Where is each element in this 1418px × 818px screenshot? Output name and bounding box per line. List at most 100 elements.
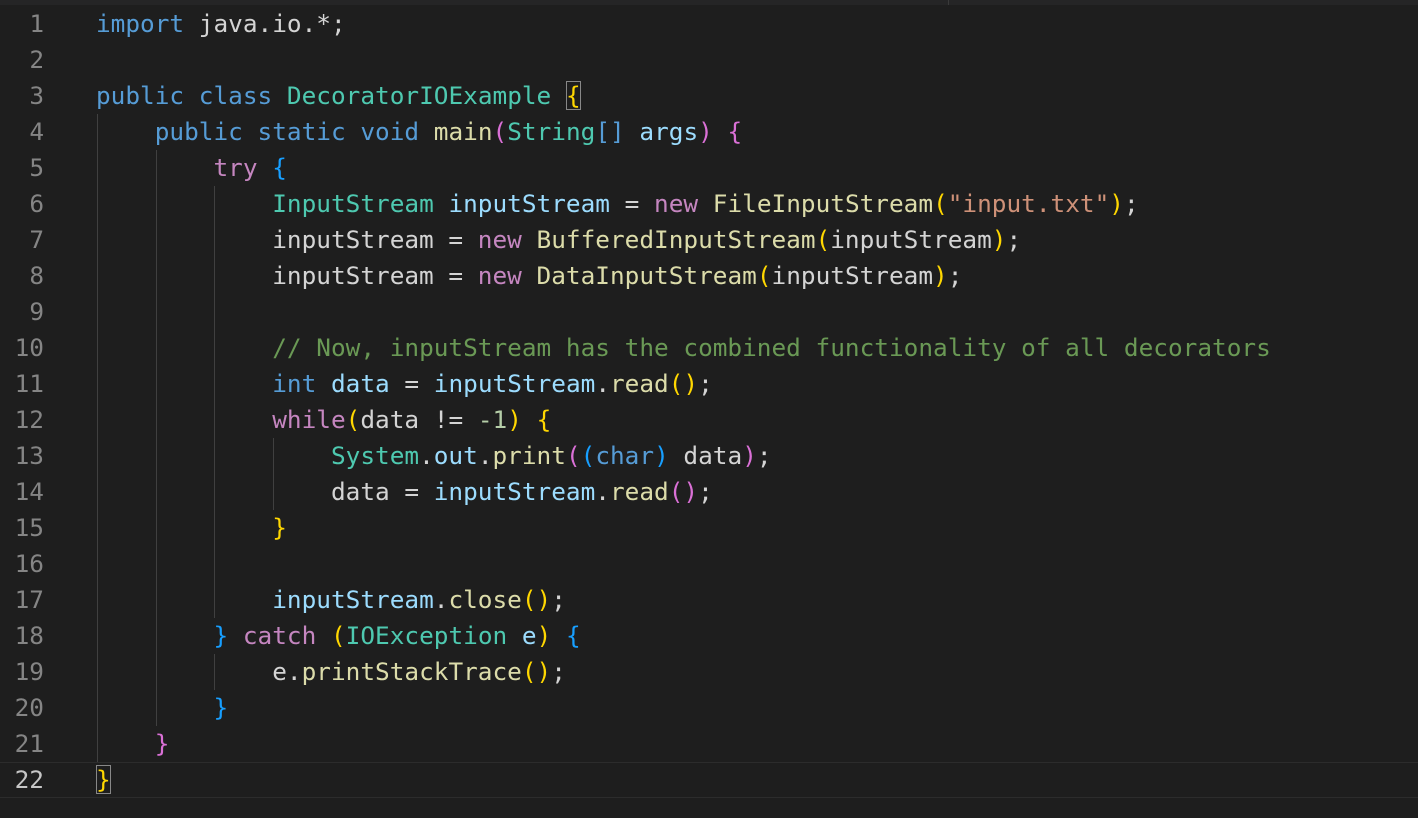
- line-number: 9: [29, 297, 44, 326]
- code-line[interactable]: 22}: [0, 762, 1418, 798]
- code-token: catch: [242, 621, 317, 650]
- code-token: InputStream: [272, 189, 434, 218]
- code-line[interactable]: 12 while(data != -1) {: [0, 402, 1418, 438]
- line-code[interactable]: inputStream = new BufferedInputStream(in…: [96, 222, 1021, 258]
- code-line[interactable]: 7 inputStream = new BufferedInputStream(…: [0, 222, 1418, 258]
- line-code[interactable]: }: [96, 762, 111, 798]
- code-line[interactable]: 2: [0, 42, 1418, 78]
- code-line[interactable]: 10 // Now, inputStream has the combined …: [0, 330, 1418, 366]
- code-token: DataInputStream: [536, 261, 757, 290]
- line-code[interactable]: InputStream inputStream = new FileInputS…: [96, 186, 1139, 222]
- line-number: 22: [14, 765, 44, 794]
- line-code[interactable]: import java.io.*;: [96, 6, 346, 42]
- line-number: 3: [29, 81, 44, 110]
- code-token: ;: [1123, 189, 1139, 218]
- line-code[interactable]: data = inputStream.read();: [96, 474, 713, 510]
- code-token: }: [154, 729, 170, 758]
- code-line[interactable]: 5 try {: [0, 150, 1418, 186]
- code-token: ): [698, 117, 713, 146]
- code-token: {: [272, 153, 287, 182]
- code-token: inputStream =: [96, 225, 478, 254]
- code-token: ;: [1006, 225, 1022, 254]
- line-code[interactable]: inputStream.close();: [96, 582, 566, 618]
- line-code[interactable]: public class DecoratorIOExample {: [96, 78, 581, 114]
- code-token: class: [198, 81, 273, 110]
- line-code[interactable]: int data = inputStream.read();: [96, 366, 713, 402]
- line-number: 15: [14, 513, 44, 542]
- code-lines[interactable]: 1 import java.io.*; 2 3 public class Decorat…: [0, 6, 1418, 798]
- code-line[interactable]: 9: [0, 294, 1418, 330]
- code-token: -1: [477, 405, 508, 434]
- code-token: new: [654, 189, 699, 218]
- code-token: .: [595, 477, 610, 506]
- code-token: ): [654, 441, 669, 470]
- code-line[interactable]: 19 e.printStackTrace();: [0, 654, 1418, 690]
- code-line[interactable]: 11 int data = inputStream.read();: [0, 366, 1418, 402]
- line-number: 10: [14, 333, 44, 362]
- code-line[interactable]: 17 inputStream.close();: [0, 582, 1418, 618]
- code-line[interactable]: 13 System.out.print((char) data);: [0, 438, 1418, 474]
- line-code[interactable]: }: [96, 510, 287, 546]
- code-token: main: [433, 117, 493, 146]
- code-token: DecoratorIOExample: [286, 81, 552, 110]
- code-token: data =: [96, 477, 434, 506]
- code-token: void: [360, 117, 420, 146]
- code-line[interactable]: 15 }: [0, 510, 1418, 546]
- code-token: char: [595, 441, 655, 470]
- code-token: (): [521, 585, 552, 614]
- code-token: (: [933, 189, 948, 218]
- code-line[interactable]: 16: [0, 546, 1418, 582]
- code-line[interactable]: 3 public class DecoratorIOExample {: [0, 78, 1418, 114]
- code-line[interactable]: 14 data = inputStream.read();: [0, 474, 1418, 510]
- code-token: {: [565, 621, 581, 650]
- line-code[interactable]: e.printStackTrace();: [96, 654, 566, 690]
- code-line[interactable]: 21 }: [0, 726, 1418, 762]
- code-line[interactable]: 6 InputStream inputStream = new FileInpu…: [0, 186, 1418, 222]
- line-number: 6: [29, 189, 44, 218]
- code-token: // Now, inputStream has the combined fun…: [272, 333, 1271, 362]
- code-token: try: [213, 153, 258, 182]
- code-line[interactable]: 1 import java.io.*;: [0, 6, 1418, 42]
- code-token: (: [565, 441, 581, 470]
- line-code[interactable]: // Now, inputStream has the combined fun…: [96, 330, 1271, 366]
- line-code[interactable]: }: [96, 726, 170, 762]
- line-code[interactable]: inputStream = new DataInputStream(inputS…: [96, 258, 962, 294]
- code-editor[interactable]: 1 import java.io.*; 2 3 public class Decorat…: [0, 0, 1418, 818]
- code-token: ;: [947, 261, 963, 290]
- line-code[interactable]: } catch (IOException e) {: [96, 618, 581, 654]
- code-token: e.: [96, 657, 302, 686]
- code-token: public: [96, 81, 185, 110]
- code-token: IOException: [345, 621, 508, 650]
- line-code[interactable]: try {: [96, 150, 287, 186]
- code-line[interactable]: 20 }: [0, 690, 1418, 726]
- code-token: (: [815, 225, 831, 254]
- line-number: 4: [29, 117, 44, 146]
- line-code[interactable]: }: [96, 690, 228, 726]
- code-token: data !=: [360, 405, 478, 434]
- line-code[interactable]: while(data != -1) {: [96, 402, 551, 438]
- code-token: data: [330, 369, 390, 398]
- line-code[interactable]: System.out.print((char) data);: [96, 438, 772, 474]
- code-line[interactable]: 4 public static void main(String[] args)…: [0, 114, 1418, 150]
- editor-top-border: [0, 0, 1418, 5]
- code-line[interactable]: 18 } catch (IOException e) {: [0, 618, 1418, 654]
- line-number: 13: [14, 441, 44, 470]
- line-number: 12: [14, 405, 44, 434]
- code-line[interactable]: 8 inputStream = new DataInputStream(inpu…: [0, 258, 1418, 294]
- code-token: inputStream: [830, 225, 992, 254]
- line-code[interactable]: public static void main(String[] args) {: [96, 114, 742, 150]
